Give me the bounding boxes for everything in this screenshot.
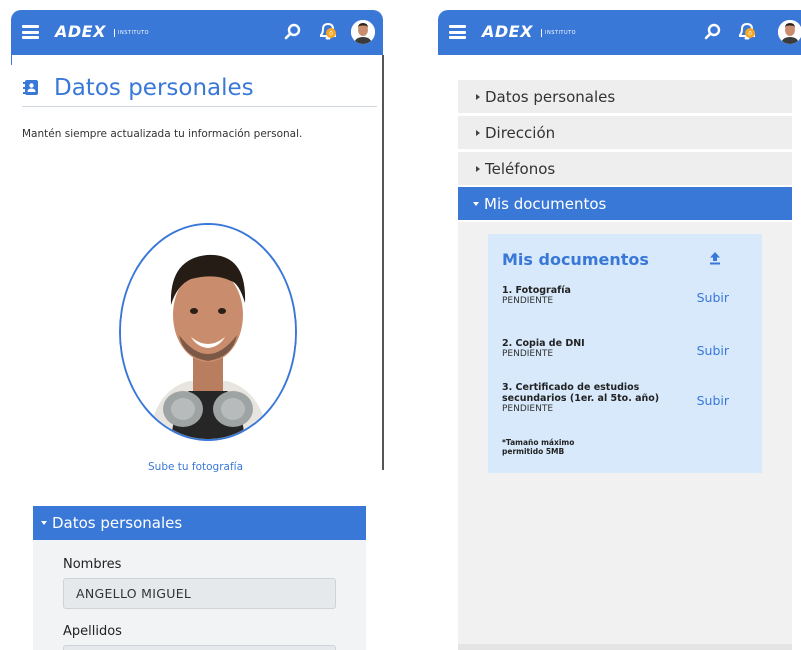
accordion-item-personal-data[interactable]: Datos personales [458,80,792,113]
next-section-edge [458,644,792,650]
documents-screen: ADEX INSTITUTO 0 Datos personales Direcc… [438,0,801,650]
first-name-label: Nombres [63,557,122,572]
bell-icon[interactable]: 0 [736,21,758,43]
accordion-item-phones[interactable]: Teléfonos [458,152,792,185]
document-row: 3. Certificado de estudios secundarios (… [502,382,752,415]
notification-count: 0 [748,31,752,38]
accordion-item-address[interactable]: Dirección [458,116,792,149]
first-name-field[interactable]: ANGELLO MIGUEL [63,578,336,609]
caret-icon [473,201,479,206]
profile-screen: ADEX INSTITUTO 0 Datos personales Mantén… [0,0,390,650]
menu-icon[interactable] [449,25,466,39]
bell-icon[interactable]: 0 [317,21,339,43]
document-row: 2. Copia de DNI PENDIENTE Subir [502,338,752,360]
notification-count: 0 [329,31,333,38]
scroll-rule[interactable] [382,55,384,470]
profile-photo[interactable] [119,223,297,441]
top-app-bar: ADEX INSTITUTO 0 [11,10,383,55]
avatar[interactable] [351,20,375,44]
search-icon[interactable] [703,22,723,42]
last-name-label: Apellidos [63,624,122,639]
brand-subtitle: INSTITUTO [541,29,576,37]
document-name: 2. Copia de DNI [502,338,585,349]
upload-icon[interactable] [708,251,722,265]
menu-icon[interactable] [22,25,39,39]
upload-document-button[interactable]: Subir [697,343,729,358]
personal-data-form: Nombres ANGELLO MIGUEL Apellidos [33,540,366,650]
brand-logo[interactable]: ADEX [55,22,106,41]
search-icon[interactable] [283,22,303,42]
accordion-label: Teléfonos [485,159,556,178]
file-size-note: *Tamaño máximo permitido 5MB [502,438,575,456]
upload-document-button[interactable]: Subir [697,290,729,305]
top-app-bar: ADEX INSTITUTO 0 [438,10,801,55]
upload-document-button[interactable]: Subir [697,393,729,408]
upload-photo-link[interactable]: Sube tu fotografía [148,461,243,473]
contact-card-icon [23,80,38,95]
section-header-label: Datos personales [52,514,183,532]
page-subtitle: Mantén siempre actualizada tu informació… [22,128,303,140]
title-divider [22,106,377,107]
documents-card-title: Mis documentos [502,250,649,269]
accordion-label: Dirección [485,123,556,142]
brand-logo[interactable]: ADEX [482,22,533,41]
page-title: Datos personales [54,75,254,101]
accordion-label: Datos personales [485,87,616,106]
section-header-personal-data[interactable]: Datos personales [33,506,366,540]
documents-card: Mis documentos 1. Fotografía PENDIENTE S… [488,234,762,473]
accordion-item-my-documents[interactable]: Mis documentos [458,187,792,220]
caret-icon [476,93,480,100]
page-header: Datos personales [22,75,254,101]
document-name: 1. Fotografía [502,285,571,296]
caret-icon [476,129,480,136]
caret-icon [41,521,47,525]
brand-subtitle: INSTITUTO [114,29,149,37]
document-name: 3. Certificado de estudios secundarios (… [502,382,660,404]
caret-icon [476,165,480,172]
last-name-field[interactable] [63,645,336,650]
avatar[interactable] [778,20,801,44]
document-row: 1. Fotografía PENDIENTE Subir [502,285,752,307]
accordion-label: Mis documentos [484,194,607,213]
frame-edge [11,55,12,65]
